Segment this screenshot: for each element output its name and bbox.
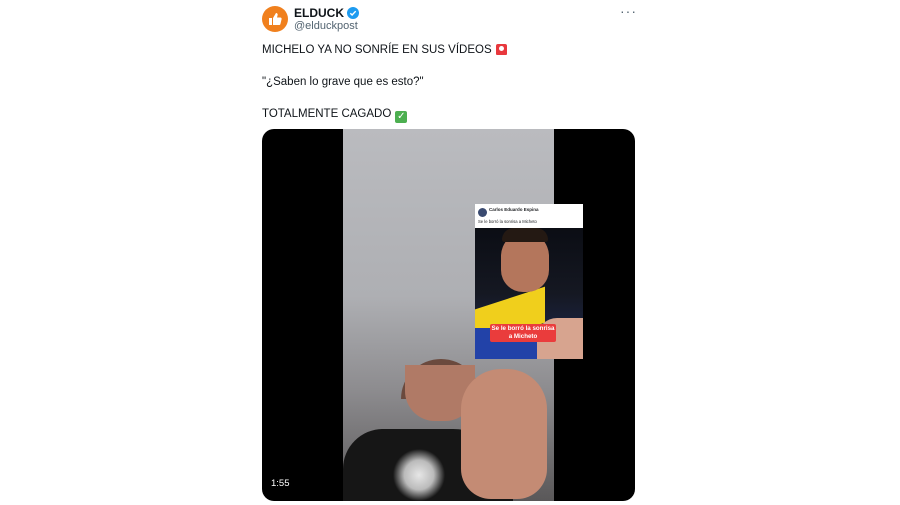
tweet-text-line-1: MICHELO YA NO SONRÍE EN SUS VÍDEOS [262, 43, 507, 57]
thumbs-up-icon [269, 13, 282, 25]
check-mark-emoji-icon: ✓ [395, 111, 408, 123]
embedded-post-author: Carlos Eduardo Espina [489, 207, 539, 212]
embedded-post-card: Carlos Eduardo Espina Se le borró la son… [475, 204, 583, 359]
embedded-post-avatar [478, 208, 487, 217]
embedded-post-caption: Se le borró la sonrisa a Micheto [478, 219, 537, 224]
author-name[interactable]: ELDUCK [294, 6, 344, 20]
tweet-text-line-3: TOTALMENTE CAGADO ✓ [262, 107, 408, 123]
police-light-emoji-icon [495, 44, 507, 55]
verified-badge-icon [347, 7, 359, 19]
embedded-hair [502, 228, 548, 242]
tweet-text-line-2: "¿Saben lo grave que es esto?" [262, 76, 424, 88]
embedded-post-photo: Se le borró la sonrisa a Micheto [475, 228, 583, 359]
author-avatar[interactable] [262, 6, 288, 32]
tweet-text-headline: MICHELO YA NO SONRÍE EN SUS VÍDEOS [262, 44, 492, 56]
author-name-row[interactable]: ELDUCK [294, 6, 359, 20]
more-horizontal-icon[interactable]: ··· [620, 4, 637, 18]
tweet-card: ELDUCK @elduckpost ··· MICHELO YA NO SON… [262, 0, 636, 505]
author-handle[interactable]: @elduckpost [294, 20, 358, 33]
video-duration: 1:55 [271, 478, 290, 489]
video-frame: Carlos Eduardo Espina Se le borró la son… [343, 129, 583, 501]
tweet-text-closing: TOTALMENTE CAGADO [262, 108, 392, 120]
video-player[interactable]: Carlos Eduardo Espina Se le borró la son… [262, 129, 635, 501]
person-hand [461, 369, 547, 499]
sticker-line-2: a Micheto [508, 333, 538, 340]
embedded-post-header: Carlos Eduardo Espina Se le borró la son… [475, 204, 583, 228]
shirt-print [393, 449, 445, 501]
sticker-line-1: Se le borró la sonrisa [491, 325, 555, 332]
caption-sticker: Se le borró la sonrisa a Micheto [490, 324, 556, 342]
